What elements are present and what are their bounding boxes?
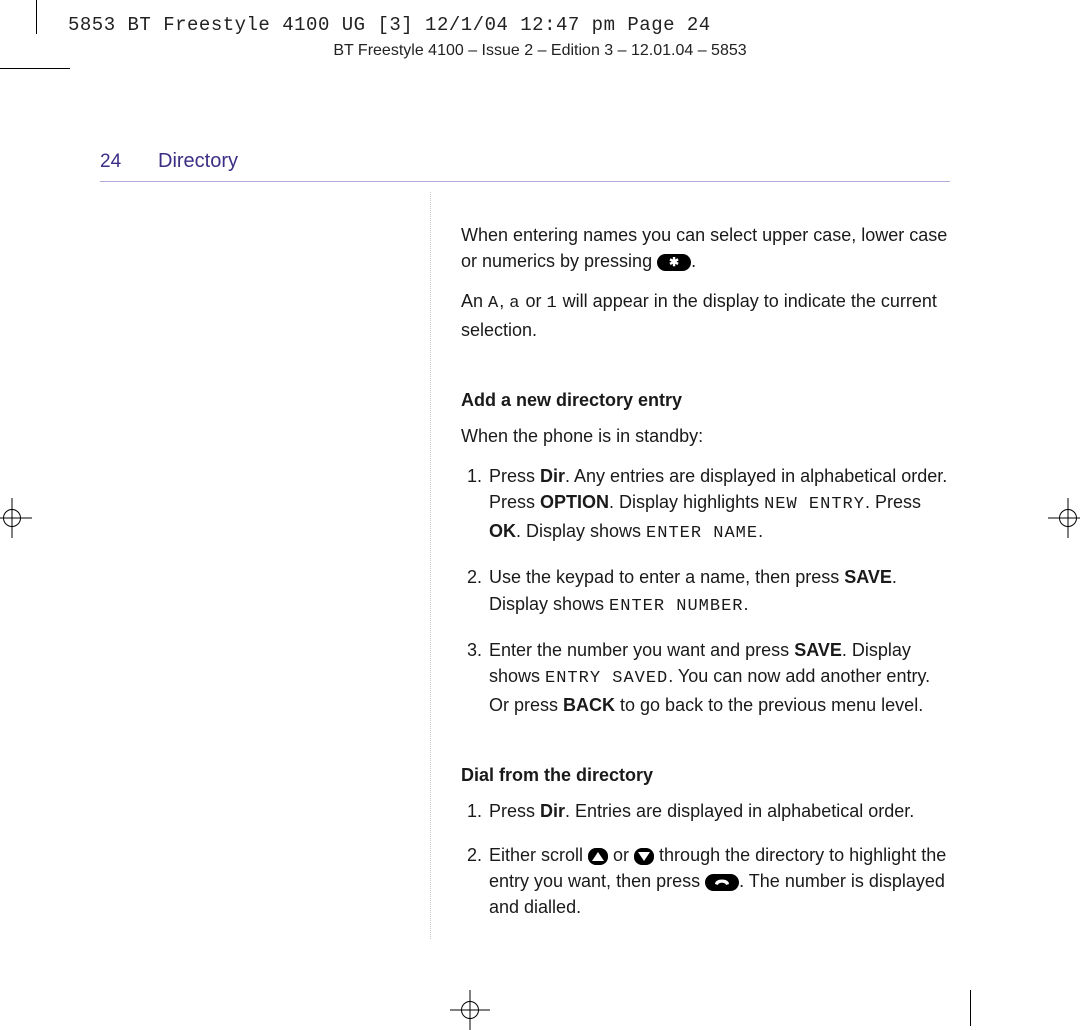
prepress-slug: 5853 BT Freestyle 4100 UG [3] 12/1/04 12…: [68, 14, 711, 36]
crop-mark: [36, 0, 37, 34]
page-body: 24 Directory When entering names you can…: [100, 150, 950, 939]
text: .: [691, 251, 696, 271]
text: Use the keypad to enter a name, then pre…: [489, 567, 844, 587]
text: .: [743, 594, 748, 614]
key-label: OPTION: [540, 492, 609, 512]
lcd-text: A: [488, 294, 499, 313]
text: When entering names you can select upper…: [461, 225, 947, 271]
left-column: [100, 192, 431, 939]
text: Either scroll: [489, 845, 588, 865]
lcd-text: ENTER NUMBER: [609, 597, 743, 616]
dial-steps: Press Dir. Entries are displayed in alph…: [461, 798, 950, 920]
key-label: SAVE: [794, 640, 842, 660]
text: . Display shows: [516, 521, 646, 541]
registration-mark-bottom: [450, 990, 490, 1030]
page-number: 24: [100, 151, 130, 173]
text: or: [608, 845, 634, 865]
registration-mark-right: [1048, 498, 1080, 538]
crop-mark: [970, 990, 971, 1026]
lcd-text: NEW ENTRY: [764, 495, 865, 514]
text: .: [758, 521, 763, 541]
lcd-text: a: [509, 294, 520, 313]
talk-key-icon: [705, 874, 739, 891]
heading-add-entry: Add a new directory entry: [461, 387, 950, 413]
crop-mark: [0, 68, 70, 69]
key-label: BACK: [563, 695, 615, 715]
down-key-icon: [634, 848, 654, 865]
page-header: 24 Directory: [100, 150, 950, 182]
lcd-text: 1: [546, 294, 557, 313]
lcd-text: ENTER NAME: [646, 524, 758, 543]
list-item: Use the keypad to enter a name, then pre…: [487, 564, 950, 619]
main-text-column: When entering names you can select upper…: [431, 192, 950, 939]
list-item: Enter the number you want and press SAVE…: [487, 637, 950, 718]
add-entry-steps: Press Dir. Any entries are displayed in …: [461, 463, 950, 718]
text: ,: [499, 291, 509, 311]
list-item: Press Dir. Any entries are displayed in …: [487, 463, 950, 546]
intro-para-1: When entering names you can select upper…: [461, 222, 950, 274]
heading-dial: Dial from the directory: [461, 762, 950, 788]
star-key-icon: ✱: [657, 254, 691, 271]
text: . Press: [865, 492, 921, 512]
section-title: Directory: [158, 150, 238, 173]
text: Press: [489, 466, 540, 486]
text: to go back to the previous menu level.: [615, 695, 923, 715]
text: Enter the number you want and press: [489, 640, 794, 660]
text: . Entries are displayed in alphabetical …: [565, 801, 914, 821]
text: . Display highlights: [609, 492, 764, 512]
text: or: [520, 291, 546, 311]
lcd-text: ENTRY SAVED: [545, 669, 668, 688]
list-item: Press Dir. Entries are displayed in alph…: [487, 798, 950, 824]
two-column-layout: When entering names you can select upper…: [100, 192, 950, 939]
key-label: Dir: [540, 466, 565, 486]
key-label: OK: [489, 521, 516, 541]
add-entry-lead: When the phone is in standby:: [461, 423, 950, 449]
key-label: Dir: [540, 801, 565, 821]
intro-para-2: An A, a or 1 will appear in the display …: [461, 288, 950, 343]
key-label: SAVE: [844, 567, 892, 587]
registration-mark-left: [0, 498, 32, 538]
list-item: Either scroll or through the directory t…: [487, 842, 950, 920]
text: An: [461, 291, 488, 311]
running-head: BT Freestyle 4100 – Issue 2 – Edition 3 …: [0, 42, 1080, 60]
up-key-icon: [588, 848, 608, 865]
text: Press: [489, 801, 540, 821]
